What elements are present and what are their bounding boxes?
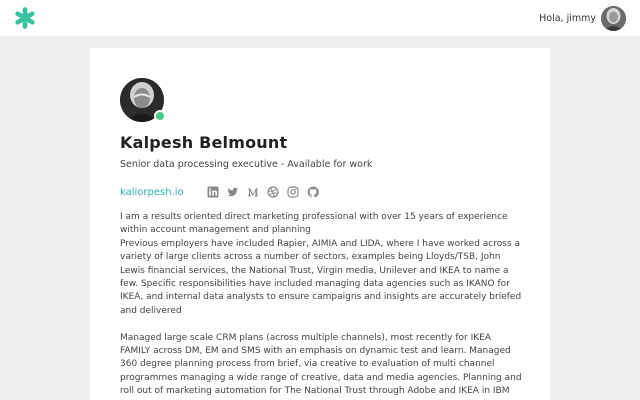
profile-name: Kalpesh Belmount [120,133,288,152]
website-link[interactable]: kaliorpesh.io [120,187,184,198]
user-avatar[interactable] [601,6,626,31]
asterisk-logo-icon[interactable] [14,7,36,29]
profile-card: Kalpesh Belmount Senior data processing … [90,48,550,400]
github-icon[interactable] [307,186,319,198]
twitter-icon[interactable] [227,186,239,198]
online-status-indicator [154,110,166,122]
social-icons [207,186,319,198]
linkedin-icon[interactable] [207,186,219,198]
social-links: kaliorpesh.io [120,185,319,199]
profile-headline: Senior data processing executive - Avail… [120,159,373,170]
profile-avatar-container [120,78,166,122]
dribbble-icon[interactable] [267,186,279,198]
profile-bio: I am a results oriented direct marketing… [120,211,525,399]
bio-paragraph: I am a results oriented direct marketing… [120,212,522,316]
medium-icon[interactable] [247,186,259,198]
user-greeting: Hola, jimmy [539,13,596,24]
bio-paragraph: Managed large scale CRM plans (across mu… [120,332,522,397]
top-bar: Hola, jimmy [0,0,640,36]
user-menu[interactable]: Hola, jimmy [539,6,626,31]
instagram-icon[interactable] [287,186,299,198]
